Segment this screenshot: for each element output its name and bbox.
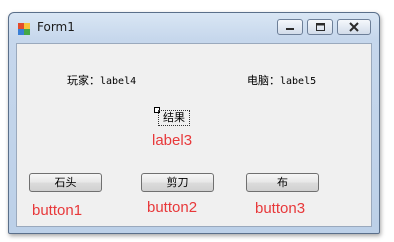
player-label-value: label4 — [100, 76, 137, 87]
close-button[interactable] — [337, 19, 371, 35]
result-label: 结果 — [158, 110, 190, 126]
app-icon — [17, 21, 31, 35]
minimize-button[interactable] — [277, 19, 303, 35]
computer-label-prefix: 电脑： — [247, 74, 280, 87]
scissors-button[interactable]: 剪刀 — [141, 173, 214, 192]
computer-label-value: label5 — [280, 76, 317, 87]
maximize-icon — [316, 23, 325, 31]
paper-button[interactable]: 布 — [246, 173, 319, 192]
window-title: Form1 — [37, 20, 75, 34]
annotation-label3: label3 — [152, 132, 193, 149]
annotation-button3: button3 — [255, 200, 306, 217]
player-label: 玩家：label4 — [67, 72, 136, 88]
computer-label: 电脑：label5 — [247, 72, 316, 88]
annotation-button1: button1 — [32, 202, 83, 219]
minimize-icon — [286, 28, 294, 30]
close-icon — [349, 22, 359, 32]
title-bar[interactable]: Form1 — [9, 13, 379, 41]
player-label-prefix: 玩家： — [67, 74, 100, 87]
rock-button[interactable]: 石头 — [29, 173, 102, 192]
annotation-button2: button2 — [147, 199, 198, 216]
maximize-button[interactable] — [307, 19, 333, 35]
